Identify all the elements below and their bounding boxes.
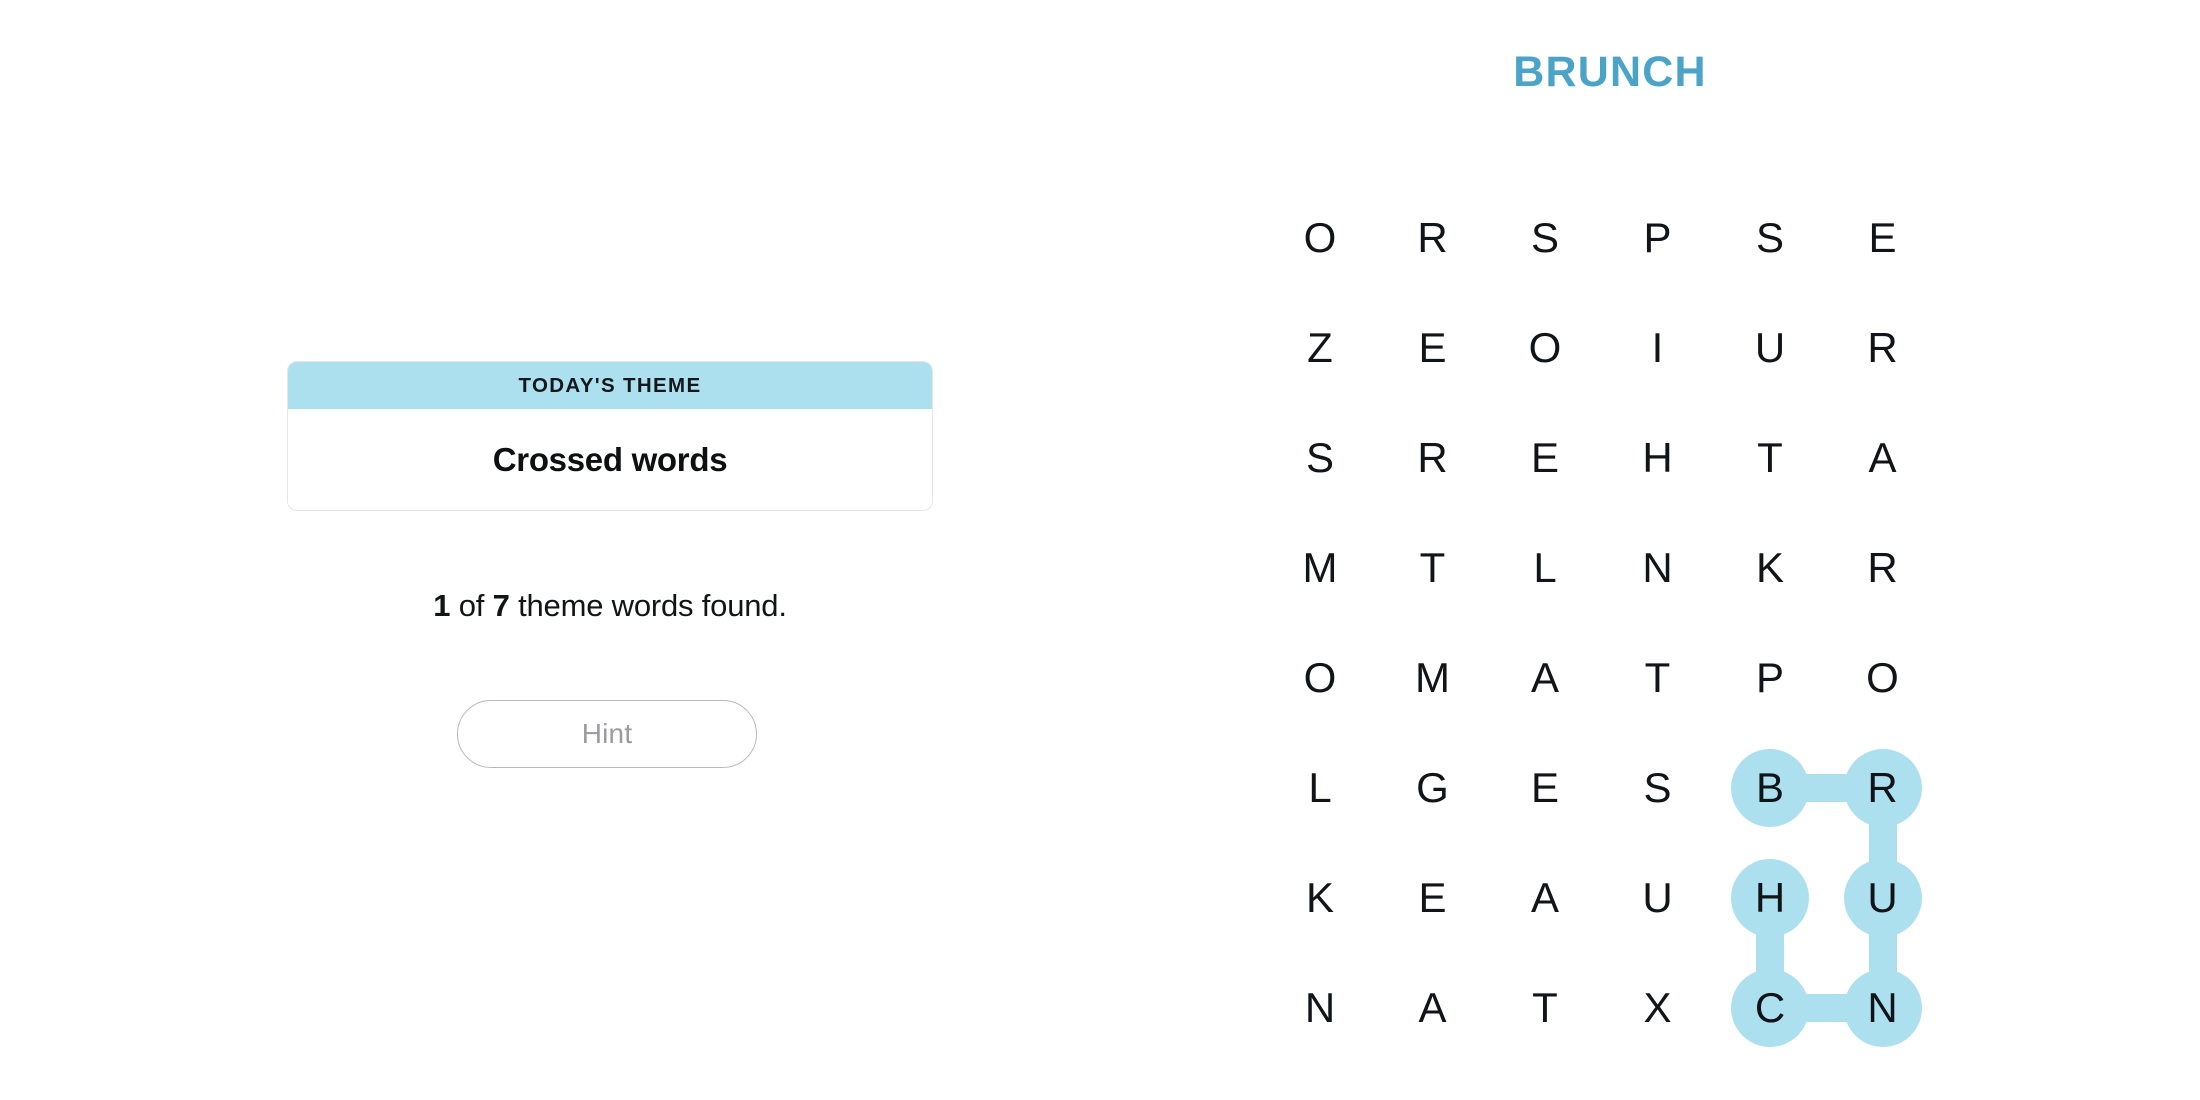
grid-cell[interactable]: E (1506, 749, 1584, 827)
letter-cells-layer: ORSPSEZEOIURSREHTAMTLNKROMATPOLGESBRKEAU… (1220, 0, 2200, 1100)
grid-cell[interactable]: H (1619, 419, 1697, 497)
grid-cell[interactable]: A (1506, 859, 1584, 937)
progress-space-2 (484, 588, 492, 623)
grid-cell[interactable]: Z (1281, 309, 1359, 387)
left-panel: TODAY'S THEME Crossed words 1 of 7 theme… (0, 0, 1220, 1100)
grid-cell[interactable]: R (1394, 199, 1472, 277)
progress-text: 1 of 7 theme words found. (288, 588, 932, 624)
theme-card-body: Crossed words (288, 409, 932, 510)
grid-cell[interactable]: N (1619, 529, 1697, 607)
grid-cell[interactable]: T (1619, 639, 1697, 717)
hint-button-label: Hint (581, 718, 633, 749)
progress-space-3 (510, 588, 518, 623)
grid-cell[interactable]: K (1281, 859, 1359, 937)
grid-cell[interactable]: M (1394, 639, 1472, 717)
hint-button[interactable]: Hint (457, 700, 757, 768)
grid-cell[interactable]: S (1731, 199, 1809, 277)
grid-cell-selected[interactable]: C (1731, 969, 1809, 1047)
progress-of-word: of (458, 588, 485, 623)
grid-cell-selected[interactable]: B (1731, 749, 1809, 827)
grid-cell[interactable]: P (1731, 639, 1809, 717)
grid-cell[interactable]: A (1506, 639, 1584, 717)
grid-cell[interactable]: O (1281, 639, 1359, 717)
progress-total-count: 7 (492, 588, 510, 623)
grid-cell[interactable]: S (1506, 199, 1584, 277)
grid-cell[interactable]: T (1506, 969, 1584, 1047)
grid-cell[interactable]: E (1506, 419, 1584, 497)
grid-cell[interactable]: R (1844, 529, 1922, 607)
grid-cell[interactable]: K (1731, 529, 1809, 607)
grid-cell[interactable]: E (1844, 199, 1922, 277)
grid-cell[interactable]: A (1844, 419, 1922, 497)
grid-cell[interactable]: I (1619, 309, 1697, 387)
letter-grid[interactable]: ORSPSEZEOIURSREHTAMTLNKROMATPOLGESBRKEAU… (1220, 0, 2200, 1100)
grid-cell[interactable]: N (1281, 969, 1359, 1047)
todays-theme-card: TODAY'S THEME Crossed words (288, 362, 932, 510)
grid-cell[interactable]: R (1394, 419, 1472, 497)
grid-cell[interactable]: S (1619, 749, 1697, 827)
grid-cell[interactable]: T (1731, 419, 1809, 497)
grid-cell[interactable]: O (1506, 309, 1584, 387)
grid-cell[interactable]: E (1394, 309, 1472, 387)
grid-cell[interactable]: P (1619, 199, 1697, 277)
grid-cell-selected[interactable]: R (1844, 749, 1922, 827)
theme-card-header: TODAY'S THEME (288, 362, 932, 409)
grid-cell[interactable]: O (1281, 199, 1359, 277)
grid-cell[interactable]: U (1731, 309, 1809, 387)
theme-card-header-label: TODAY'S THEME (518, 373, 702, 397)
progress-found-count: 1 (433, 588, 451, 623)
grid-cell[interactable]: A (1394, 969, 1472, 1047)
grid-cell[interactable]: R (1844, 309, 1922, 387)
right-panel: BRUNCH ORSPSEZEOIURSREHTAMTLNKROMATPOLGE… (1220, 0, 2200, 1100)
grid-cell[interactable]: T (1394, 529, 1472, 607)
grid-cell[interactable]: L (1281, 749, 1359, 827)
grid-cell[interactable]: E (1394, 859, 1472, 937)
grid-cell[interactable]: U (1619, 859, 1697, 937)
grid-cell-selected[interactable]: N (1844, 969, 1922, 1047)
grid-cell[interactable]: L (1506, 529, 1584, 607)
progress-suffix: theme words found. (518, 588, 787, 623)
grid-cell[interactable]: G (1394, 749, 1472, 827)
grid-cell[interactable]: S (1281, 419, 1359, 497)
grid-cell-selected[interactable]: H (1731, 859, 1809, 937)
grid-cell[interactable]: X (1619, 969, 1697, 1047)
progress-space-1 (450, 588, 458, 623)
grid-cell-selected[interactable]: U (1844, 859, 1922, 937)
theme-value: Crossed words (492, 440, 728, 478)
grid-cell[interactable]: O (1844, 639, 1922, 717)
grid-cell[interactable]: M (1281, 529, 1359, 607)
